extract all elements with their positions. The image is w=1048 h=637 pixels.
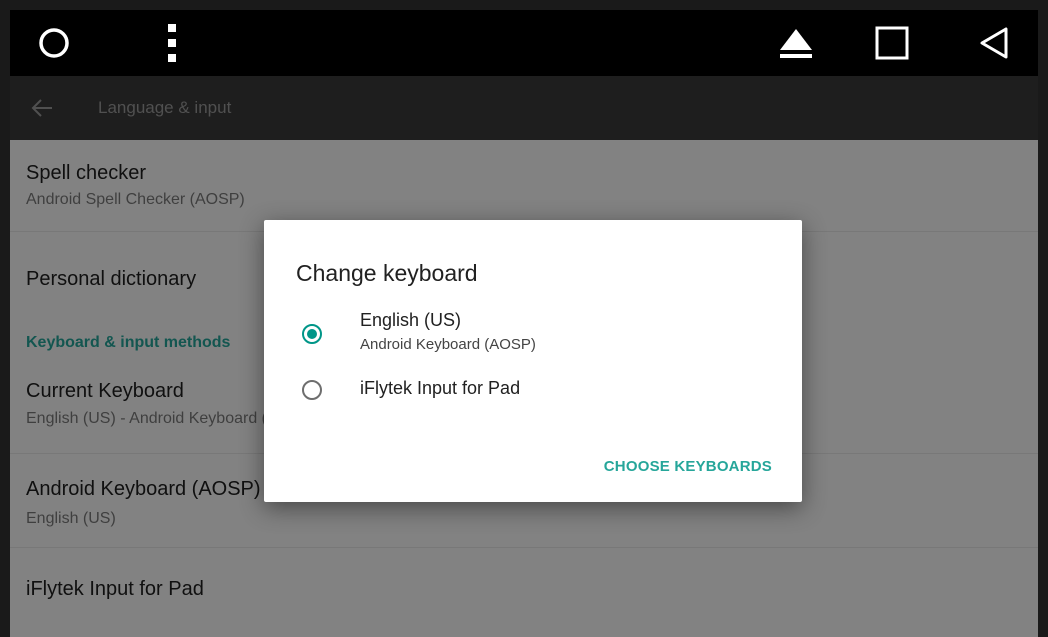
change-keyboard-dialog: Change keyboard English (US) Android Key… [264, 220, 802, 502]
circle-home-icon[interactable] [32, 10, 76, 76]
option-label: English (US) [360, 310, 462, 330]
option-label: iFlytek Input for Pad [360, 378, 521, 398]
back-triangle-icon[interactable] [972, 10, 1016, 76]
screen: Language & input Spell checker Android S… [10, 10, 1038, 637]
system-bar [10, 10, 1038, 76]
radio-selected-icon[interactable] [302, 324, 322, 344]
choose-keyboards-button[interactable]: CHOOSE KEYBOARDS [604, 458, 772, 475]
dialog-title: Change keyboard [296, 260, 478, 286]
option-sublabel: Android Keyboard (AOSP) [360, 336, 536, 353]
eject-icon[interactable] [774, 10, 818, 76]
recents-square-icon[interactable] [870, 10, 914, 76]
overflow-menu-icon[interactable] [160, 10, 184, 76]
option-english-us[interactable]: English (US) Android Keyboard (AOSP) [264, 300, 802, 358]
option-iflytek[interactable]: iFlytek Input for Pad [264, 370, 802, 414]
radio-unselected-icon[interactable] [302, 380, 322, 400]
